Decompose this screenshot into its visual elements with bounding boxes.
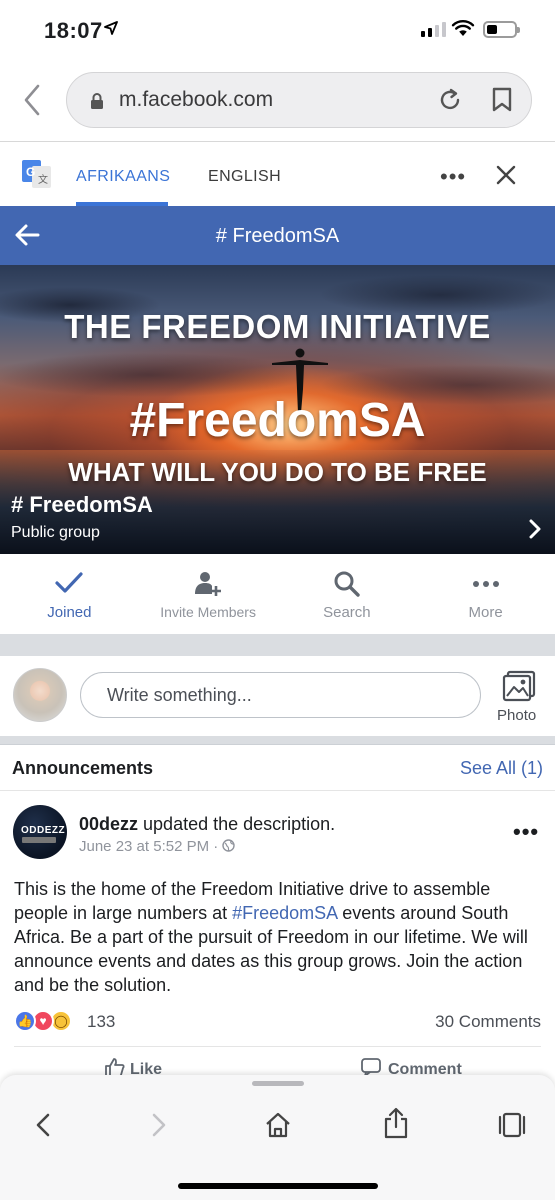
section-divider bbox=[0, 634, 555, 656]
tab-english[interactable]: ENGLISH bbox=[208, 168, 281, 186]
hashtag-link[interactable]: #FreedomSA bbox=[232, 903, 337, 923]
home-icon[interactable] bbox=[264, 1111, 292, 1144]
post-composer: Write something... Photo bbox=[0, 656, 555, 736]
svg-text:文: 文 bbox=[38, 173, 48, 186]
lock-icon bbox=[89, 92, 105, 115]
check-icon bbox=[55, 572, 83, 593]
share-icon[interactable] bbox=[382, 1107, 410, 1144]
cellular-signal-icon bbox=[421, 21, 446, 37]
browser-address-row: m.facebook.com bbox=[0, 62, 555, 142]
battery-icon bbox=[483, 21, 520, 38]
invite-members-button[interactable]: Invite Members bbox=[139, 554, 278, 634]
see-all-link[interactable]: See All (1) bbox=[460, 758, 543, 779]
more-button[interactable]: More bbox=[416, 554, 555, 634]
photo-icon[interactable] bbox=[502, 670, 536, 707]
cover-line-1: THE FREEDOM INITIATIVE bbox=[64, 308, 491, 345]
avatar-logo-text: ODDEZZ bbox=[21, 825, 66, 836]
group-cover-photo[interactable]: THE FREEDOM INITIATIVE #FreedomSA WHAT W… bbox=[0, 265, 555, 554]
globe-icon bbox=[222, 839, 236, 852]
post-action: updated the description. bbox=[138, 814, 336, 834]
post-text: This is the home of the Freedom Initiati… bbox=[14, 877, 544, 997]
thumbs-up-icon bbox=[105, 1058, 125, 1077]
browser-back-icon[interactable] bbox=[18, 82, 48, 118]
translate-more-icon[interactable]: ••• bbox=[440, 164, 466, 190]
location-arrow-icon bbox=[104, 21, 118, 40]
post-divider bbox=[14, 1046, 541, 1047]
group-name: # FreedomSA bbox=[11, 492, 153, 517]
svg-text:G: G bbox=[26, 165, 35, 179]
status-bar: 18:07 bbox=[0, 0, 555, 62]
bookmark-icon[interactable] bbox=[491, 87, 513, 118]
author-avatar[interactable]: ODDEZZ bbox=[13, 805, 67, 859]
group-action-row: Joined Invite Members Search More bbox=[0, 554, 555, 634]
toolbar-grab-handle[interactable] bbox=[252, 1081, 304, 1086]
announcements-card: Announcements See All (1) ODDEZZ 00dezz … bbox=[0, 744, 555, 1080]
google-translate-icon: G文 bbox=[22, 160, 52, 188]
post-options-icon[interactable]: ••• bbox=[513, 819, 539, 845]
more-dots-icon bbox=[472, 581, 499, 587]
address-bar[interactable]: m.facebook.com bbox=[66, 72, 532, 128]
like-reaction-icon: 👍 bbox=[14, 1010, 36, 1032]
post-author[interactable]: 00dezz bbox=[79, 814, 138, 834]
translate-bar: G文 AFRIKAANS ENGLISH ••• bbox=[0, 142, 555, 206]
home-indicator bbox=[178, 1183, 378, 1189]
group-header: # FreedomSA bbox=[0, 206, 555, 265]
reactions-count: 133 bbox=[87, 1012, 116, 1031]
announcements-title: Announcements bbox=[12, 758, 154, 778]
browser-back-icon[interactable] bbox=[34, 1111, 52, 1144]
user-avatar[interactable] bbox=[13, 668, 67, 722]
section-divider bbox=[0, 736, 555, 744]
photo-label[interactable]: Photo bbox=[497, 707, 536, 724]
more-label: More bbox=[468, 604, 503, 621]
cover-line-2: #FreedomSA bbox=[129, 394, 426, 447]
browser-toolbar bbox=[0, 1075, 555, 1200]
browser-forward-icon[interactable] bbox=[150, 1111, 168, 1144]
page-title: # FreedomSA bbox=[215, 225, 340, 247]
close-icon[interactable] bbox=[495, 164, 517, 191]
status-time: 18:07 bbox=[44, 18, 103, 43]
reload-icon[interactable] bbox=[437, 87, 463, 118]
joined-button[interactable]: Joined bbox=[0, 554, 139, 634]
comment-icon bbox=[361, 1058, 381, 1077]
search-icon bbox=[334, 571, 360, 597]
search-button[interactable]: Search bbox=[278, 554, 417, 634]
invite-members-label: Invite Members bbox=[160, 604, 256, 620]
avatar-subscribe-bar bbox=[22, 837, 56, 843]
joined-label: Joined bbox=[47, 604, 92, 621]
composer-placeholder: Write something... bbox=[107, 685, 252, 705]
search-label: Search bbox=[323, 604, 371, 621]
tab-afrikaans[interactable]: AFRIKAANS bbox=[76, 168, 170, 186]
chevron-right-icon[interactable] bbox=[528, 519, 542, 544]
post-timestamp[interactable]: June 23 at 5:52 PM · bbox=[79, 838, 222, 855]
cover-line-3: WHAT WILL YOU DO TO BE FREE bbox=[68, 457, 487, 487]
wifi-icon bbox=[451, 19, 475, 42]
announcements-header: Announcements See All (1) bbox=[0, 745, 555, 791]
comments-count[interactable]: 30 Comments bbox=[435, 1012, 541, 1032]
group-type: Public group bbox=[11, 524, 100, 541]
write-something-input[interactable]: Write something... bbox=[80, 672, 481, 718]
url-text: m.facebook.com bbox=[119, 88, 274, 111]
post-meta: June 23 at 5:52 PM · bbox=[79, 838, 236, 855]
post-author-line: 00dezz updated the description. bbox=[79, 814, 335, 835]
tabs-icon[interactable] bbox=[498, 1111, 526, 1144]
add-person-icon bbox=[195, 572, 222, 596]
